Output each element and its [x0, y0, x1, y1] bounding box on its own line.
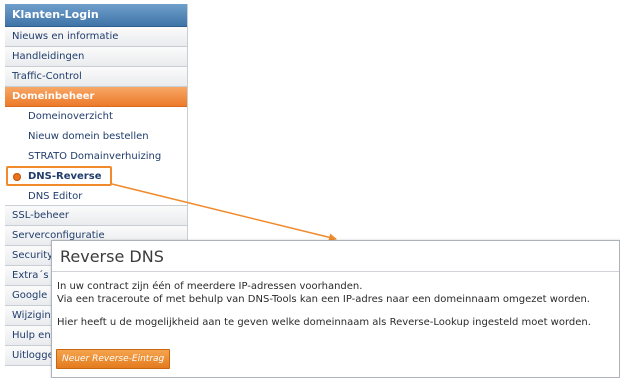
menu-item-nieuws[interactable]: Nieuws en informatie: [5, 27, 187, 47]
menu-item-ssl-beheer[interactable]: SSL-beheer: [5, 206, 187, 226]
submenu-item-domeinoverzicht[interactable]: Domeinoverzicht: [5, 107, 187, 127]
menu-item-traffic-control[interactable]: Traffic-Control: [5, 67, 187, 87]
info-text-1: In uw contract zijn één of meerdere IP-a…: [57, 281, 363, 292]
info-text-3: Hier heeft u de mogelijkheid aan te geve…: [57, 317, 591, 328]
submenu-item-domainverhuizing[interactable]: STRATO Domainverhuizing: [5, 147, 187, 167]
submenu-item-dns-editor[interactable]: DNS Editor: [5, 187, 187, 206]
menu-item-handleidingen[interactable]: Handleidingen: [5, 47, 187, 67]
reverse-dns-panel: Reverse DNS In uw contract zijn één of m…: [51, 240, 620, 378]
submenu-item-nieuw-domein[interactable]: Nieuw domein bestellen: [5, 127, 187, 147]
panel-title: Reverse DNS: [60, 247, 164, 266]
menu-section-domeinbeheer[interactable]: Domeinbeheer: [5, 87, 187, 107]
new-reverse-entry-button[interactable]: Neuer Reverse-Eintrag: [56, 349, 171, 369]
menu-header: Klanten-Login: [5, 4, 187, 27]
info-text-2: Via een traceroute of met behulp van DNS…: [57, 294, 590, 305]
submenu-item-dns-reverse-label: DNS-Reverse: [28, 171, 102, 182]
bullet-icon: [13, 173, 21, 181]
submenu-item-dns-reverse[interactable]: DNS-Reverse: [5, 167, 187, 187]
